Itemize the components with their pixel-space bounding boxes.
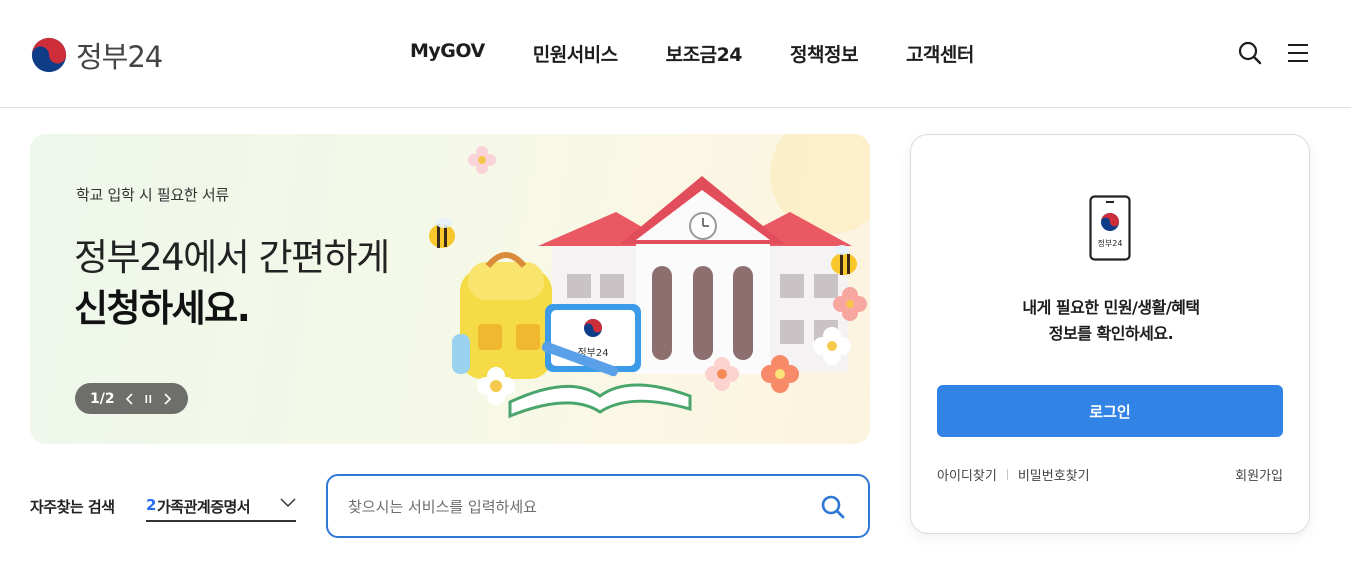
service-search-input[interactable] <box>348 494 788 520</box>
nav-item-policy-info[interactable]: 정책정보 <box>766 40 882 67</box>
signup-link[interactable]: 회원가입 <box>1235 465 1283 484</box>
site-header: 정부24 MyGOV 민원서비스 보조금24 정책정보 고객센터 <box>0 0 1351 108</box>
brand-name: 정부24 <box>76 40 163 74</box>
school-illustration: 정부24 <box>452 134 870 419</box>
banner-page-indicator: 1/2 <box>90 390 115 407</box>
login-card: 정부24 내게 필요한 민원/생활/혜택 정보를 확인하세요. 로그인 아이디찾… <box>910 134 1310 534</box>
chevron-down-icon <box>280 498 296 508</box>
banner-title-line1: 정부24에서 간편하게 <box>74 236 390 279</box>
phone-label: 정부24 <box>1098 238 1123 248</box>
next-icon[interactable] <box>163 392 172 405</box>
nav-item-civil-service[interactable]: 민원서비스 <box>509 40 642 67</box>
frequent-search-value: 가족관계증명서 <box>157 498 251 516</box>
banner-title-line2: 신청하세요. <box>74 287 251 330</box>
hamburger-menu-icon[interactable] <box>1285 40 1311 66</box>
frequent-search-label: 자주찾는 검색 <box>30 498 115 516</box>
service-search-box <box>326 474 870 538</box>
site-logo[interactable]: 정부24 <box>30 34 163 76</box>
main-navigation: MyGOV 민원서비스 보조금24 정책정보 고객센터 <box>386 40 998 67</box>
pause-icon[interactable] <box>144 394 153 404</box>
nav-item-subsidy24[interactable]: 보조금24 <box>642 40 766 67</box>
search-icon[interactable] <box>820 494 846 520</box>
taegeuk-emblem-icon <box>31 37 67 73</box>
login-button[interactable]: 로그인 <box>937 385 1283 437</box>
account-help-links: 아이디찾기 비밀번호찾기 <box>937 465 1090 484</box>
find-id-link[interactable]: 아이디찾기 <box>937 465 997 484</box>
prev-icon[interactable] <box>125 392 134 405</box>
main-banner[interactable]: 학교 입학 시 필요한 서류 정부24에서 간편하게 신청하세요. 1/2 정부… <box>30 134 870 444</box>
login-message-line1: 내게 필요한 민원/생활/혜택 <box>1022 298 1200 317</box>
login-message-line2: 정보를 확인하세요. <box>1048 324 1174 343</box>
login-message: 내게 필요한 민원/생활/혜택 정보를 확인하세요. <box>911 295 1311 347</box>
nav-item-mygov[interactable]: MyGOV <box>386 40 509 67</box>
nav-item-customer-center[interactable]: 고객센터 <box>882 40 998 67</box>
find-password-link[interactable]: 비밀번호찾기 <box>1018 465 1090 484</box>
banner-subtitle: 학교 입학 시 필요한 서류 <box>76 186 229 204</box>
bee-icon <box>429 218 455 248</box>
search-icon[interactable] <box>1237 40 1263 66</box>
frequent-search-rank: 2 <box>146 496 157 514</box>
frequent-search-select[interactable]: 2 가족관계증명서 <box>146 492 296 522</box>
link-divider <box>1006 469 1008 480</box>
banner-pager-control: 1/2 <box>75 383 188 414</box>
flower-icon <box>468 146 496 174</box>
mobile-phone-icon: 정부24 <box>1089 195 1131 261</box>
